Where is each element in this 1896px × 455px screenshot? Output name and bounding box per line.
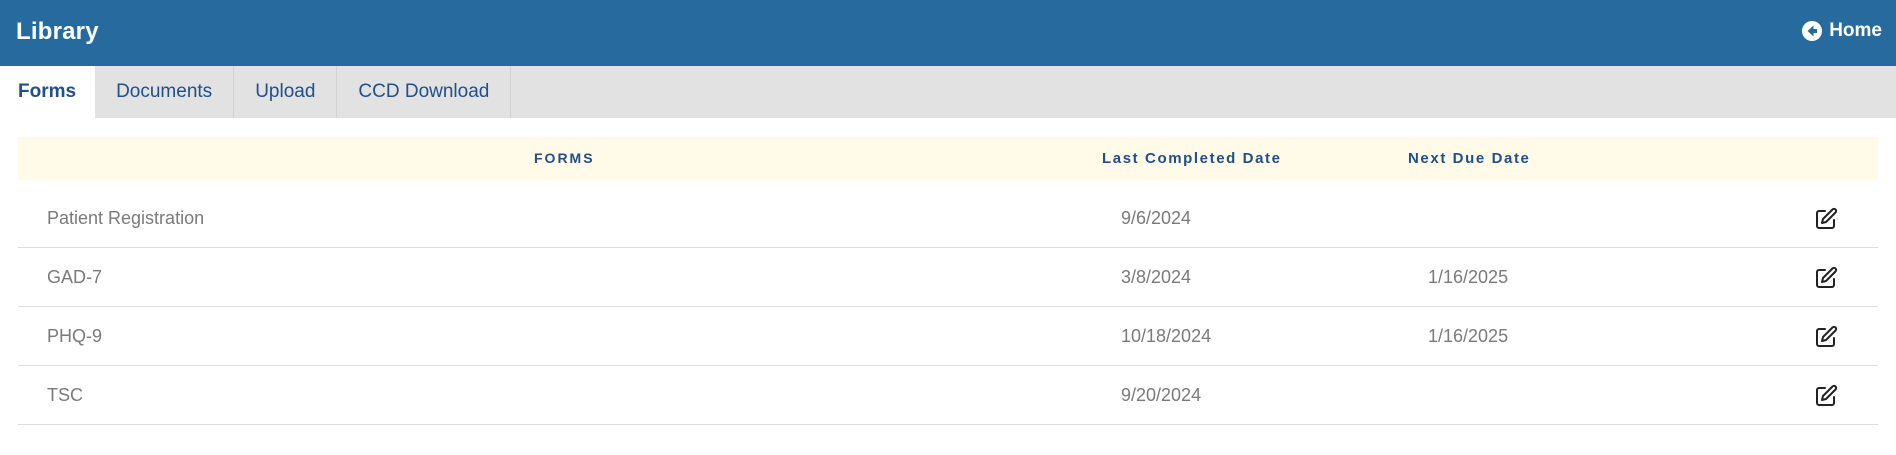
page-title: Library: [16, 18, 99, 45]
table-header: FORMS Last Completed Date Next Due Date: [18, 137, 1878, 180]
home-label: Home: [1829, 20, 1882, 41]
table-row: PHQ-9 10/18/2024 1/16/2025: [18, 307, 1878, 366]
form-name: TSC: [47, 385, 83, 405]
last-completed-date: 9/20/2024: [1121, 385, 1202, 405]
arrow-circle-left-icon: [1801, 20, 1823, 42]
tab-label: Upload: [255, 81, 316, 102]
form-name: GAD-7: [47, 267, 103, 287]
tab-label: CCD Download: [358, 81, 490, 102]
next-due-date: 1/16/2025: [1428, 267, 1509, 287]
last-completed-date: 3/8/2024: [1121, 267, 1192, 287]
tab-label: Documents: [116, 81, 213, 102]
last-completed-date: 10/18/2024: [1121, 326, 1212, 346]
edit-icon[interactable]: [1814, 384, 1838, 408]
edit-icon[interactable]: [1814, 325, 1838, 349]
next-due-date: 1/16/2025: [1428, 326, 1509, 346]
tab-forms[interactable]: Forms: [0, 66, 96, 118]
app-header: Library Home: [0, 0, 1896, 66]
last-completed-date: 9/6/2024: [1121, 208, 1192, 228]
table-row: GAD-7 3/8/2024 1/16/2025: [18, 248, 1878, 307]
column-header-last-completed: Last Completed Date: [1102, 150, 1282, 167]
tab-label: Forms: [18, 81, 77, 102]
tab-documents[interactable]: Documents: [95, 66, 235, 118]
table-row: Patient Registration 9/6/2024: [18, 189, 1878, 248]
forms-table: FORMS Last Completed Date Next Due Date …: [18, 137, 1878, 425]
edit-icon[interactable]: [1814, 266, 1838, 290]
edit-icon[interactable]: [1814, 207, 1838, 231]
column-header-next-due: Next Due Date: [1408, 150, 1531, 167]
home-button[interactable]: Home: [1801, 20, 1882, 42]
tab-ccd-download[interactable]: CCD Download: [337, 66, 512, 118]
form-name: Patient Registration: [47, 208, 205, 228]
tab-upload[interactable]: Upload: [234, 66, 338, 118]
column-header-forms: FORMS: [534, 150, 595, 166]
table-row: TSC 9/20/2024: [18, 366, 1878, 425]
form-name: PHQ-9: [47, 326, 103, 346]
tab-bar: Forms Documents Upload CCD Download: [0, 66, 1896, 118]
table-body: Patient Registration 9/6/2024 GAD-7 3/8/…: [18, 189, 1878, 425]
